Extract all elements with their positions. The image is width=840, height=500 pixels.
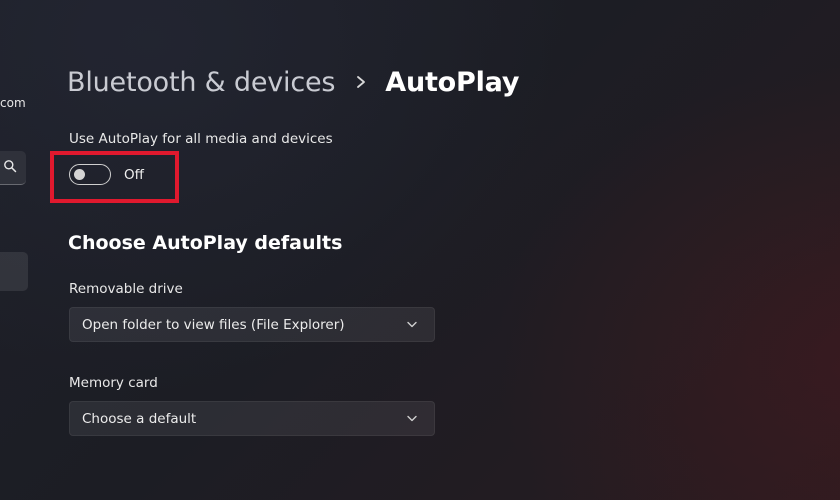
chevron-down-icon [407,321,417,328]
sidebar-item-selected[interactable] [0,252,28,291]
removable-drive-selected-value: Open folder to view files (File Explorer… [82,317,345,333]
sidebar-search-box[interactable] [0,151,26,185]
toggle-knob [74,168,85,180]
breadcrumb: Bluetooth & devices AutoPlay [67,60,519,104]
sidebar: com [0,0,40,500]
search-icon [4,160,17,173]
removable-drive-dropdown[interactable]: Open folder to view files (File Explorer… [69,307,435,342]
chevron-right-icon [357,76,366,88]
memory-card-dropdown[interactable]: Choose a default [69,401,435,436]
section-title-defaults: Choose AutoPlay defaults [68,232,343,254]
chevron-down-icon [407,415,417,422]
page-title: AutoPlay [385,66,520,98]
autoplay-toggle-label: Use AutoPlay for all media and devices [69,131,333,147]
memory-card-label: Memory card [69,375,158,391]
removable-drive-label: Removable drive [69,281,183,297]
account-email-fragment: com [0,96,26,110]
memory-card-selected-value: Choose a default [82,411,197,427]
breadcrumb-bluetooth-devices[interactable]: Bluetooth & devices [67,67,335,98]
autoplay-toggle-switch[interactable] [69,164,111,185]
toggle-state-text: Off [124,167,144,183]
